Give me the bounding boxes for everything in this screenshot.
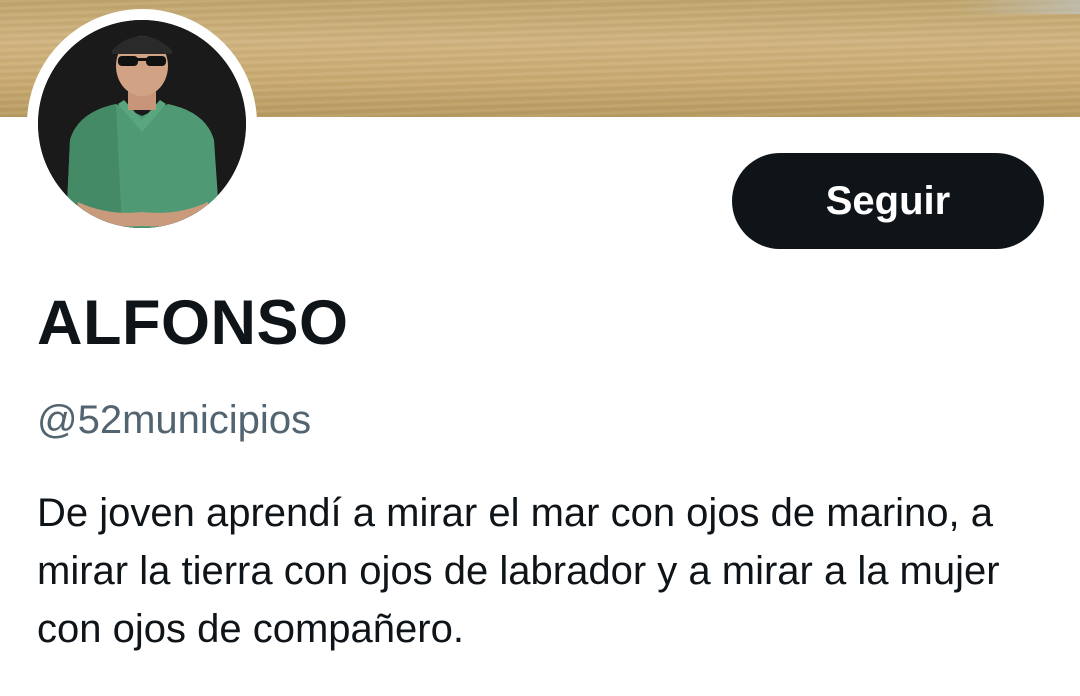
profile-header: Seguir ALFONSO @52municipios De joven ap… <box>0 0 1080 696</box>
avatar[interactable] <box>38 20 246 228</box>
banner-shoreline <box>960 0 1080 14</box>
profile-bio: De joven aprendí a mirar el mar con ojos… <box>37 491 1000 651</box>
follow-button[interactable]: Seguir <box>732 153 1044 249</box>
display-name: ALFONSO <box>37 288 349 358</box>
user-handle: @52municipios <box>37 398 312 442</box>
avatar-photo-icon <box>38 20 246 228</box>
